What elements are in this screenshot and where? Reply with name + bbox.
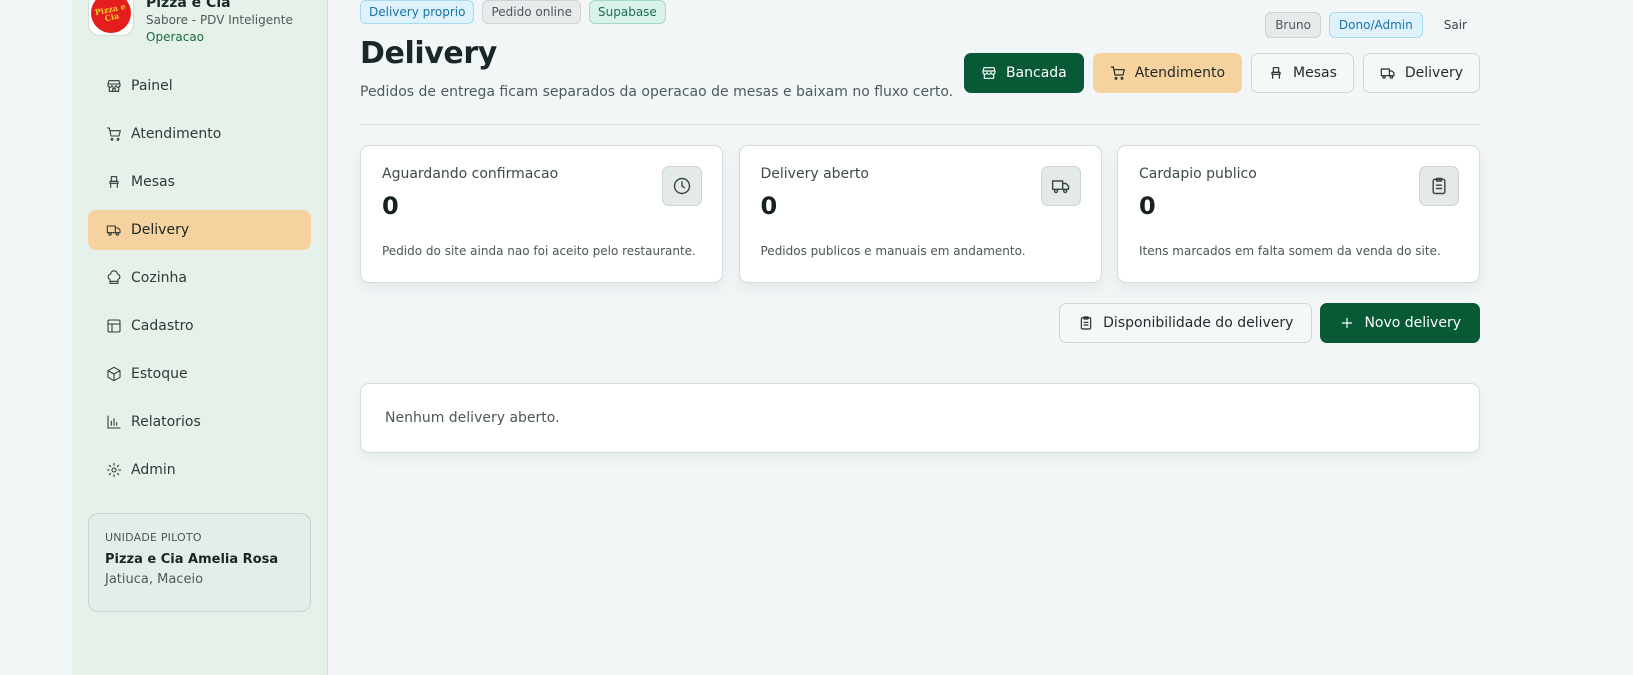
chair-icon [109,176,119,188]
availability-label: Disponibilidade do delivery [1103,315,1294,331]
atendimento-label: Atendimento [1134,65,1226,81]
truck-icon [106,225,121,236]
availability-button[interactable]: Disponibilidade do delivery [1059,303,1313,343]
logo-text: Pizza e Cia [93,0,127,24]
user-badge: Bruno [1265,12,1321,38]
stat-value: 0 [1139,192,1156,220]
clock-icon [662,166,702,206]
gear-icon [106,462,122,478]
sidebar-item-admin[interactable]: Admin [88,450,311,490]
empty-state: Nenhum delivery aberto. [360,383,1480,453]
sidebar-item-cozinha[interactable]: Cozinha [88,258,311,298]
delivery-actions: Disponibilidade do delivery Novo deliver… [1051,303,1480,343]
clipboard-icon [1080,316,1092,330]
stat-label: Delivery aberto [760,166,869,182]
brand: Pizza e Cia Pizza e Cia Sabore - PDV Int… [88,0,293,45]
stat-label: Cardapio publico [1139,166,1257,182]
badge-supabase: Supabase [589,0,666,24]
sidebar-nav: Painel Atendimento Mesas Delivery Cozinh… [88,66,311,498]
pizza-logo-icon: Pizza e Cia [91,0,131,33]
bancada-button[interactable]: Bancada [963,53,1084,93]
box-icon [107,366,121,382]
sidebar-item-label: Estoque [131,366,188,382]
bar-chart-icon [107,415,121,429]
stat-card-delivery-aberto: Delivery aberto 0 Pedidos publicos e man… [738,145,1102,283]
chair-icon [1271,67,1281,79]
stat-note: Itens marcados em falta somem da venda d… [1139,244,1441,258]
unit-tag: UNIDADE PILOTO [105,531,202,544]
sidebar-item-label: Painel [131,78,173,94]
sidebar-item-estoque[interactable]: Estoque [88,354,311,394]
badge-delivery-proprio: Delivery proprio [360,0,475,24]
sidebar-item-label: Delivery [131,222,190,238]
sidebar-item-label: Admin [131,462,176,478]
sidebar-item-label: Mesas [131,174,175,190]
sidebar-item-label: Atendimento [131,126,222,142]
mesas-button[interactable]: Mesas [1251,53,1354,93]
cart-icon [106,127,121,141]
sidebar-item-delivery[interactable]: Delivery [88,210,311,250]
unit-name: Pizza e Cia Amelia Rosa [105,552,279,567]
sidebar: Pizza e Cia Pizza e Cia Sabore - PDV Int… [72,0,328,675]
header-divider [360,124,1480,125]
stat-note: Pedido do site ainda nao foi aceito pelo… [382,244,696,258]
clipboard-icon [1419,166,1459,206]
stat-note: Pedidos publicos e manuais em andamento. [760,244,1026,258]
atendimento-button[interactable]: Atendimento [1092,53,1243,93]
page-description: Pedidos de entrega ficam separados da op… [360,84,954,100]
chef-hat-icon [107,270,121,284]
role-badge: Dono/Admin [1328,12,1423,38]
plus-icon [1342,317,1353,329]
stat-value: 0 [760,192,778,220]
bancada-label: Bancada [1005,65,1067,81]
new-delivery-label: Novo delivery [1364,315,1461,331]
left-gutter [0,0,72,675]
store-icon [982,67,996,79]
sidebar-item-painel[interactable]: Painel [88,66,311,106]
quick-actions: Bancada Atendimento Mesas Delivery [955,53,1480,93]
main-content: Delivery proprio Pedido online Supabase … [360,0,1480,675]
sidebar-item-relatorios[interactable]: Relatorios [88,402,311,442]
logout-button[interactable]: Sair [1431,12,1480,38]
user-bar: Bruno Dono/Admin Sair [1257,12,1480,38]
sidebar-item-atendimento[interactable]: Atendimento [88,114,311,154]
brand-logo: Pizza e Cia [88,0,134,36]
stat-value: 0 [382,192,399,220]
layout-icon [107,319,121,333]
stats-row: Aguardando confirmacao 0 Pedido do site … [360,145,1480,283]
cart-icon [1110,66,1125,80]
sidebar-item-cadastro[interactable]: Cadastro [88,306,311,346]
truck-icon [1040,166,1081,206]
badge-pedido-online: Pedido online [482,0,582,24]
sidebar-item-label: Cadastro [131,318,194,334]
store-icon [107,80,121,92]
delivery-button[interactable]: Delivery [1362,53,1480,93]
unit-location: Jatiuca, Maceio [105,572,204,587]
brand-mode: Operacao [146,30,205,44]
delivery-label: Delivery [1404,65,1463,81]
sidebar-item-label: Relatorios [131,414,201,430]
stat-card-cardapio: Cardapio publico 0 Itens marcados em fal… [1117,145,1480,283]
brand-subtitle: Sabore - PDV Inteligente [146,13,293,27]
brand-name: Pizza e Cia [146,0,231,11]
stat-card-aguardando: Aguardando confirmacao 0 Pedido do site … [360,145,723,283]
stat-label: Aguardando confirmacao [382,166,559,182]
header-badges: Delivery proprio Pedido online Supabase [360,0,674,24]
page-title: Delivery [360,36,497,71]
new-delivery-button[interactable]: Novo delivery [1320,303,1480,343]
mesas-label: Mesas [1293,65,1337,81]
sidebar-item-label: Cozinha [131,270,187,286]
unit-card: UNIDADE PILOTO Pizza e Cia Amelia Rosa J… [88,513,311,612]
truck-icon [1380,68,1395,79]
sidebar-item-mesas[interactable]: Mesas [88,162,311,202]
